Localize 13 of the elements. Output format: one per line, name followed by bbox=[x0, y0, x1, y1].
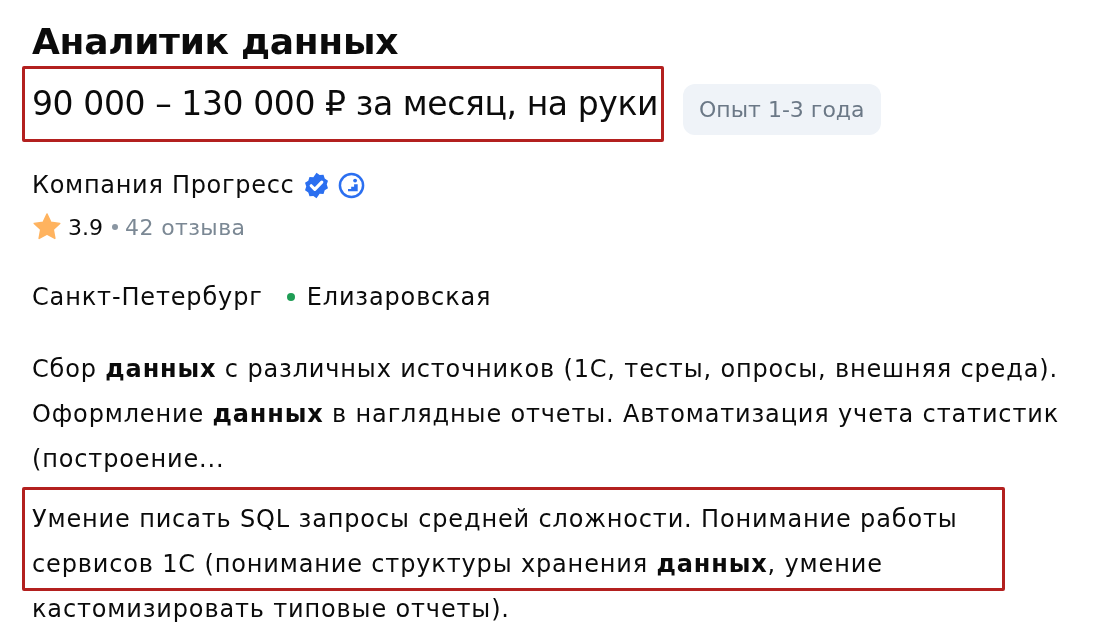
bullet-icon bbox=[112, 224, 118, 230]
reviews-link[interactable]: 42 отзыва bbox=[125, 214, 246, 240]
requirements-text: Умение писать SQL запросы средней сложности. Понимание работы сервисов 1С (понимание структуры хранения данных, умение кастомизировать типовые отчеты). bbox=[32, 504, 959, 625]
city-text: Санкт-Петербург bbox=[32, 283, 263, 311]
salary-text: 90 000 – 130 000 ₽ за месяц, на руки bbox=[32, 83, 659, 125]
vacancy-title: Аналитик данных bbox=[32, 20, 400, 64]
star-icon bbox=[32, 212, 62, 242]
steps-circle-icon bbox=[338, 171, 366, 199]
company-link[interactable]: Компания Прогресс bbox=[32, 169, 295, 201]
rating-value: 3.9 bbox=[68, 214, 103, 240]
experience-badge: Опыт 1-3 года bbox=[683, 84, 881, 135]
description-text: Сбор данных с различных источников (1С, тесты, опросы, внешняя среда). Оформление данных в наглядные отчеты. Автоматизация учета статистик (построение... bbox=[32, 354, 1060, 475]
metro-station-text: Елизаровская bbox=[306, 283, 492, 311]
